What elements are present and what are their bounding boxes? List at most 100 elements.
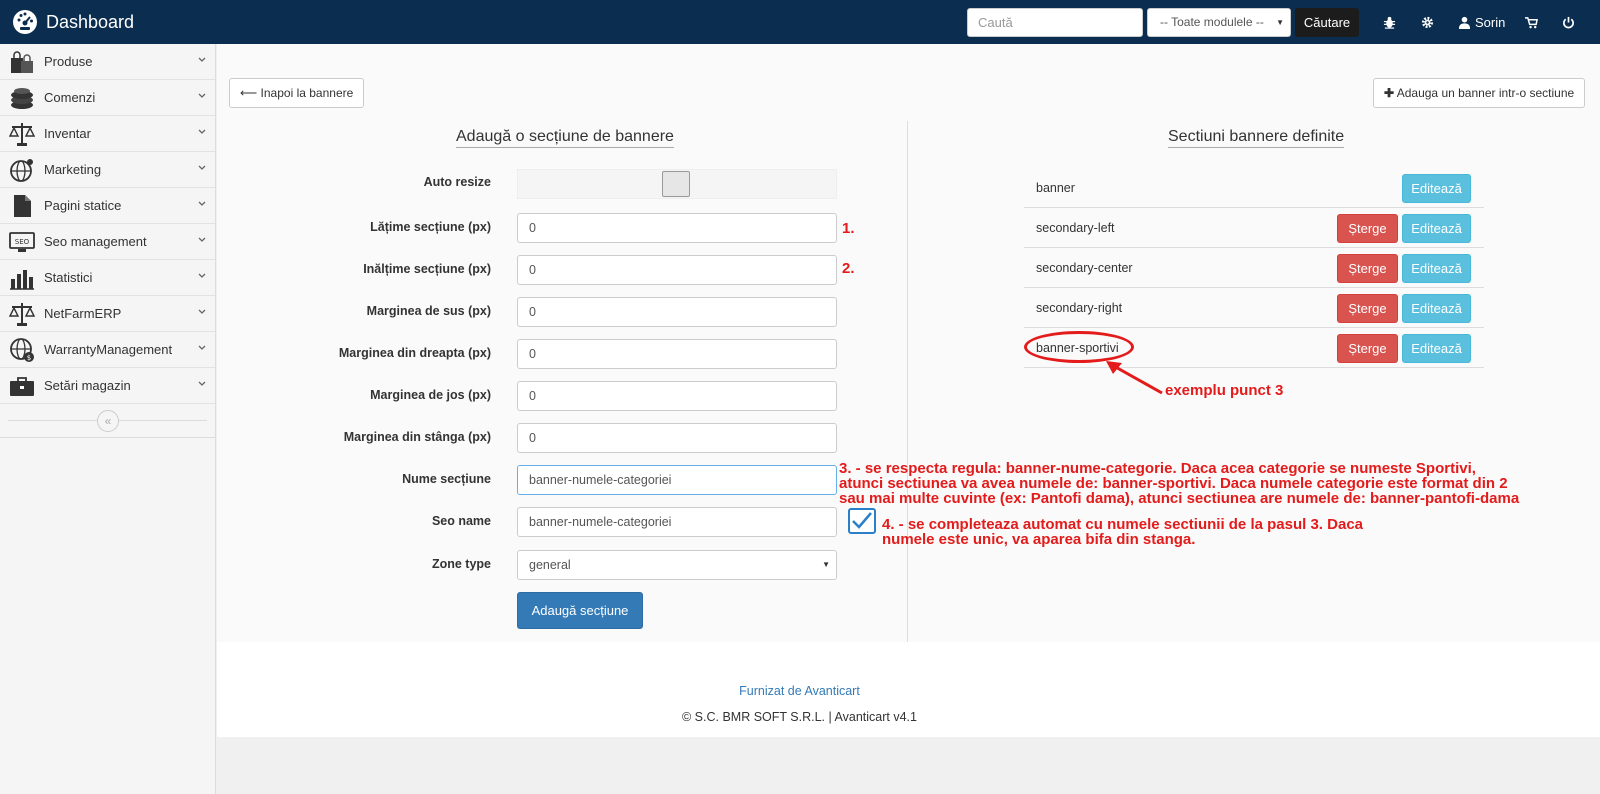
sidebar-item-marketing[interactable]: Marketing bbox=[0, 152, 215, 188]
brand[interactable]: Dashboard bbox=[12, 9, 134, 35]
sidebar-item-label: Produse bbox=[44, 54, 93, 69]
back-to-banners-button[interactable]: ⟵ Inapoi la bannere bbox=[229, 78, 365, 108]
user-menu[interactable]: Sorin bbox=[1458, 13, 1505, 31]
back-to-banners-label: Inapoi la bannere bbox=[260, 86, 354, 100]
sidebar-item-label: Comenzi bbox=[44, 90, 96, 105]
delete-button[interactable]: Șterge bbox=[1337, 214, 1398, 243]
margin-left-label: Marginea din stânga (px) bbox=[343, 430, 491, 444]
margin-bottom-input[interactable]: 0 bbox=[517, 381, 837, 411]
sidebar-item-netfarmerp[interactable]: NetFarmERP bbox=[0, 296, 215, 332]
gear-icon[interactable] bbox=[1421, 13, 1434, 31]
section-name-input[interactable]: banner-numele-categoriei bbox=[517, 465, 837, 495]
cart-icon[interactable] bbox=[1525, 13, 1538, 31]
margin-top-label: Marginea de sus (px) bbox=[366, 304, 491, 318]
table-row: banner Editează bbox=[1024, 168, 1484, 208]
sidebar-item-setari-magazin[interactable]: Setări magazin bbox=[0, 368, 215, 404]
height-label: Inălțime secțiune (px) bbox=[363, 262, 491, 276]
sidebar-item-comenzi[interactable]: Comenzi bbox=[0, 80, 215, 116]
powered-by-link[interactable]: Furnizat de Avanticart bbox=[217, 684, 1382, 698]
margin-top-input[interactable]: 0 bbox=[517, 297, 837, 327]
section-name: secondary-left bbox=[1036, 221, 1115, 235]
sidebar-item-label: Setări magazin bbox=[44, 378, 131, 393]
margin-right-input[interactable]: 0 bbox=[517, 339, 837, 369]
table-row: secondary-right Șterge Editează bbox=[1024, 288, 1484, 328]
sidebar-item-produse[interactable]: Produse bbox=[0, 44, 215, 80]
edit-button[interactable]: Editează bbox=[1402, 174, 1471, 203]
sidebar-item-label: Pagini statice bbox=[44, 198, 122, 213]
delete-button[interactable]: Șterge bbox=[1337, 254, 1398, 283]
section-name: banner bbox=[1036, 181, 1075, 195]
briefcase-icon bbox=[8, 372, 36, 400]
sidebar-item-seo-management[interactable]: SEO Seo management bbox=[0, 224, 215, 260]
copyright-text: © S.C. BMR SOFT S.R.L. | Avanticart v4.1 bbox=[682, 710, 917, 724]
sidebar-item-statistici[interactable]: Statistici bbox=[0, 260, 215, 296]
annotation-note-4-line-1: 4. - se completeaza automat cu numele se… bbox=[882, 516, 1364, 533]
table-row: secondary-center Șterge Editează bbox=[1024, 248, 1484, 288]
document-icon bbox=[8, 192, 36, 220]
column-divider bbox=[907, 121, 908, 642]
seo-name-input[interactable]: banner-numele-categoriei bbox=[517, 507, 837, 537]
sidebar-item-label: Marketing bbox=[44, 162, 102, 177]
top-navbar: Dashboard -- Toate modulele -- ▼ Căutare… bbox=[0, 0, 1600, 44]
sidebar-item-label: WarrantyManagement bbox=[44, 342, 173, 357]
annotation-note-4-line-2: numele este unic, va aparea bifa din sta… bbox=[882, 531, 1196, 548]
chevron-down-icon bbox=[198, 57, 206, 62]
annotation-example-label: exemplu punct 3 bbox=[1165, 382, 1284, 399]
edit-button[interactable]: Editează bbox=[1402, 254, 1471, 283]
edit-button[interactable]: Editează bbox=[1402, 294, 1471, 323]
sidebar-collapse-row: « bbox=[0, 404, 215, 438]
margin-bottom-label: Marginea de jos (px) bbox=[370, 388, 491, 402]
power-icon[interactable] bbox=[1562, 13, 1575, 31]
edit-button[interactable]: Editează bbox=[1402, 334, 1471, 363]
height-input[interactable]: 0 bbox=[517, 255, 837, 285]
sidebar-item-label: Seo management bbox=[44, 234, 147, 249]
sections-title: Sectiuni bannere definite bbox=[1168, 128, 1345, 148]
user-name: Sorin bbox=[1475, 14, 1506, 30]
annotation-number-1: 1. bbox=[842, 220, 855, 237]
globe-icon bbox=[8, 156, 36, 184]
section-name-label: Nume secțiune bbox=[402, 472, 491, 486]
chevron-down-icon bbox=[198, 129, 206, 134]
section-name: secondary-right bbox=[1036, 301, 1123, 315]
double-chevron-left-icon: « bbox=[104, 414, 112, 428]
annotation-note-3-line-3: sau mai multe cuvinte (ex: Pantofi dama)… bbox=[839, 490, 1520, 507]
delete-button[interactable]: Șterge bbox=[1337, 294, 1398, 323]
seo-unique-checkbox[interactable] bbox=[848, 508, 876, 534]
table-row: secondary-left Șterge Editează bbox=[1024, 208, 1484, 248]
coins-icon bbox=[8, 84, 36, 112]
auto-resize-toggle[interactable] bbox=[517, 169, 837, 199]
search-input[interactable] bbox=[967, 8, 1143, 37]
sidebar: Produse Comenzi Inventar Marketing Pagin… bbox=[0, 44, 216, 794]
svg-text:SEO: SEO bbox=[15, 238, 30, 246]
annotation-note-3-line-2: atunci sectiunea va avea numele de: bann… bbox=[839, 475, 1508, 492]
sidebar-item-warrantymanagement[interactable]: $ WarrantyManagement bbox=[0, 332, 215, 368]
bug-icon[interactable] bbox=[1383, 13, 1396, 31]
module-select[interactable]: -- Toate modulele -- ▼ bbox=[1147, 8, 1291, 37]
chevron-down-icon bbox=[198, 201, 206, 206]
width-input[interactable]: 0 bbox=[517, 213, 837, 243]
dashboard-gauge-icon bbox=[13, 10, 37, 34]
svg-text:$: $ bbox=[27, 354, 31, 362]
sidebar-item-label: Inventar bbox=[44, 126, 91, 141]
sidebar-item-pagini-statice[interactable]: Pagini statice bbox=[0, 188, 215, 224]
collapse-sidebar-button[interactable]: « bbox=[97, 410, 119, 432]
delete-button[interactable]: Șterge bbox=[1337, 334, 1398, 363]
sidebar-item-label: NetFarmERP bbox=[44, 306, 122, 321]
caret-down-icon: ▼ bbox=[822, 560, 830, 569]
annotation-arrow-icon bbox=[1106, 361, 1163, 395]
zone-type-select[interactable]: general ▼ bbox=[517, 550, 837, 580]
sidebar-item-inventar[interactable]: Inventar bbox=[0, 116, 215, 152]
add-banner-button[interactable]: ✚ Adauga un banner intr-o sectiune bbox=[1373, 78, 1586, 108]
globe-dollar-icon: $ bbox=[8, 336, 36, 364]
user-icon bbox=[1458, 16, 1471, 29]
edit-button[interactable]: Editează bbox=[1402, 214, 1471, 243]
caret-down-icon: ▼ bbox=[1276, 18, 1284, 27]
zone-type-label: Zone type bbox=[431, 557, 491, 571]
module-select-value: -- Toate modulele -- bbox=[1160, 15, 1264, 29]
add-section-button[interactable]: Adaugă secțiune bbox=[517, 592, 643, 629]
margin-left-input[interactable]: 0 bbox=[517, 423, 837, 453]
toggle-knob[interactable] bbox=[662, 171, 690, 197]
search-button[interactable]: Căutare bbox=[1295, 8, 1359, 37]
form-title: Adaugă o secțiune de bannere bbox=[456, 128, 674, 148]
arrow-left-icon: ⟵ bbox=[240, 86, 258, 100]
